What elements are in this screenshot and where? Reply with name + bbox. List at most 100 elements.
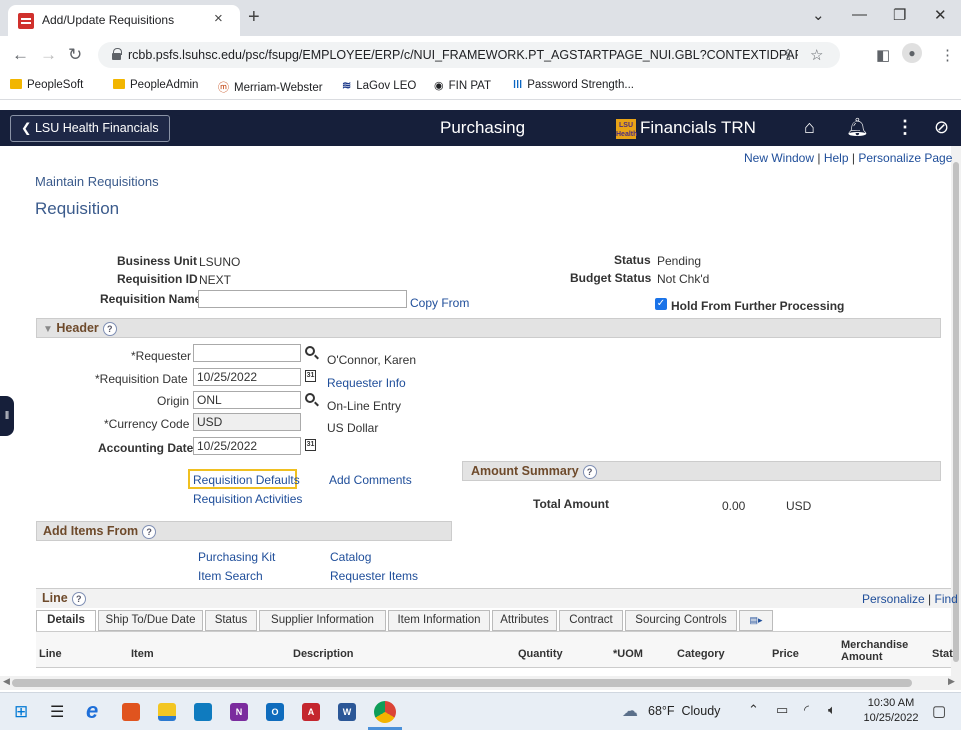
reload-icon[interactable]: ↻	[68, 45, 82, 65]
bookmark-lagov-leo[interactable]: ≋ LaGov LEO	[342, 79, 416, 92]
purchasing-kit-link[interactable]: Purchasing Kit	[198, 550, 275, 564]
home-icon[interactable]: ⌂	[804, 117, 815, 138]
tab-contract[interactable]: Contract	[559, 610, 623, 631]
tab-search-icon[interactable]: ⌄	[812, 6, 825, 24]
item-search-link[interactable]: Item Search	[198, 569, 263, 583]
bookmark-star-icon[interactable]: ☆	[810, 46, 823, 64]
origin-input[interactable]: ONL	[193, 391, 301, 409]
url-text: rcbb.psfs.lsuhsc.edu/psc/fsupg/EMPLOYEE/…	[128, 48, 798, 62]
close-window-button[interactable]: ✕	[934, 6, 947, 24]
chrome-icon[interactable]	[374, 701, 396, 723]
internet-explorer-icon[interactable]: e	[86, 698, 98, 724]
calendar-icon[interactable]: 31	[305, 370, 316, 382]
chrome-menu-icon[interactable]: ⋮	[940, 46, 955, 64]
requester-lookup-icon[interactable]	[305, 346, 315, 356]
folder-icon	[10, 79, 22, 89]
requisition-date-input[interactable]: 10/25/2022	[193, 368, 301, 386]
browser-tab[interactable]: Add/Update Requisitions ×	[8, 5, 240, 36]
profile-avatar-icon[interactable]: ●	[902, 43, 922, 63]
help-icon[interactable]: ?	[71, 591, 86, 606]
personalize-grid-link[interactable]: Personalize	[862, 592, 925, 606]
clock-time[interactable]: 10:30 AM	[866, 697, 916, 709]
tab-supplier-information[interactable]: Supplier Information	[259, 610, 386, 631]
word-icon[interactable]: W	[338, 703, 356, 721]
onenote-icon[interactable]: N	[230, 703, 248, 721]
tab-close-icon[interactable]: ×	[214, 10, 223, 27]
tab-status[interactable]: Status	[205, 610, 257, 631]
clock-date[interactable]: 10/25/2022	[861, 712, 921, 724]
bookmark-peoplesoft[interactable]: PeopleSoft	[10, 79, 83, 91]
help-icon[interactable]: ?	[102, 321, 117, 336]
weather-text[interactable]: 68°F Cloudy	[648, 704, 720, 718]
office-icon[interactable]	[122, 703, 140, 721]
banner-title: Purchasing	[440, 118, 526, 137]
new-tab-button[interactable]: +	[248, 6, 260, 29]
bookmark-fin-pat[interactable]: ◉ FIN PAT	[434, 79, 491, 92]
restore-button[interactable]: ❐	[893, 6, 906, 24]
access-icon[interactable]: A	[302, 703, 320, 721]
new-window-link[interactable]: New Window	[744, 151, 814, 165]
status-label: Status	[614, 253, 651, 267]
navbar-icon[interactable]: ⊘	[934, 117, 949, 138]
help-link[interactable]: Help	[824, 151, 849, 165]
windows-taskbar: ⊞ ☰ e N O A W ☁ 68°F Cloudy ⌃ ▭ ◜ 🔈︎ 10:…	[0, 692, 961, 730]
line-grid-column-header	[36, 631, 951, 668]
outlook-icon[interactable]: O	[266, 703, 284, 721]
tab-details[interactable]: Details	[36, 610, 96, 632]
catalog-link[interactable]: Catalog	[330, 550, 371, 564]
address-bar[interactable]: rcbb.psfs.lsuhsc.edu/psc/fsupg/EMPLOYEE/…	[98, 42, 840, 68]
calendar-icon[interactable]: 31	[305, 439, 316, 451]
side-panel-toggle[interactable]: ǁ	[0, 396, 14, 436]
requisition-defaults-link[interactable]: Requisition Defaults	[193, 473, 300, 487]
help-icon[interactable]: ?	[142, 524, 157, 539]
windows-start-icon[interactable]: ⊞	[14, 702, 28, 722]
task-view-icon[interactable]: ☰	[50, 702, 64, 722]
notifications-bell-icon[interactable]: 🔔︎	[846, 117, 869, 138]
bookmark-merriam-webster[interactable]: ⓜ Merriam-Webster	[218, 79, 323, 95]
forward-arrow-icon[interactable]: →	[40, 45, 57, 65]
minimize-button[interactable]: —	[852, 6, 867, 23]
wifi-icon[interactable]: ◜	[804, 702, 809, 718]
home-navigation-button[interactable]: ❮ LSU Health Financials	[10, 115, 170, 142]
weather-cloud-icon: ☁	[622, 703, 638, 720]
share-icon[interactable]: ⇪	[782, 46, 795, 64]
show-hidden-icons-icon[interactable]: ⌃	[748, 702, 759, 718]
requisition-activities-link[interactable]: Requisition Activities	[193, 492, 302, 506]
hold-checkbox[interactable]: ✓	[655, 298, 667, 310]
requester-items-link[interactable]: Requester Items	[330, 569, 418, 583]
find-link[interactable]: Find	[935, 592, 958, 606]
bookmark-password-strength[interactable]: ǀǀǀ Password Strength...	[513, 79, 634, 91]
volume-icon[interactable]: 🔈︎	[828, 702, 836, 718]
tab-attributes[interactable]: Attributes	[492, 610, 557, 631]
notification-center-icon[interactable]: ▢	[932, 702, 946, 720]
scrollbar-thumb[interactable]	[12, 679, 912, 687]
scroll-left-icon[interactable]: ◀	[3, 676, 10, 687]
remote-desktop-icon[interactable]	[194, 703, 212, 721]
header-section-bar[interactable]: ▼ Header?	[36, 318, 941, 338]
actions-menu-icon[interactable]: ⋮	[896, 117, 914, 138]
network-icon[interactable]: ▭	[776, 702, 788, 718]
horizontal-scrollbar[interactable]: ◀ ▶	[0, 676, 961, 690]
help-icon[interactable]: ?	[582, 464, 597, 479]
copy-from-link[interactable]: Copy From	[410, 296, 469, 310]
page-title: Requisition	[35, 199, 120, 218]
requester-input[interactable]	[193, 344, 301, 362]
tab-item-information[interactable]: Item Information	[388, 610, 490, 631]
side-panel-icon[interactable]: ◧	[876, 46, 890, 64]
globe-icon: ◉	[434, 80, 444, 92]
requisition-name-input[interactable]	[198, 290, 407, 308]
tab-ship-to-due-date[interactable]: Ship To/Due Date	[98, 610, 203, 631]
file-explorer-icon[interactable]	[158, 703, 176, 721]
accounting-date-input[interactable]: 10/25/2022	[193, 437, 301, 455]
scrollbar-thumb[interactable]	[953, 162, 959, 662]
origin-lookup-icon[interactable]	[305, 393, 315, 403]
bookmark-peopleadmin[interactable]: PeopleAdmin	[113, 79, 198, 91]
back-arrow-icon[interactable]: ←	[12, 45, 29, 65]
personalize-page-link[interactable]: Personalize Page	[858, 151, 952, 165]
requester-info-link[interactable]: Requester Info	[327, 376, 406, 390]
add-comments-link[interactable]: Add Comments	[329, 473, 412, 487]
tab-sourcing-controls[interactable]: Sourcing Controls	[625, 610, 737, 631]
status-value: Pending	[657, 254, 702, 268]
scroll-right-icon[interactable]: ▶	[948, 676, 955, 687]
show-all-columns-icon[interactable]: ▤▸	[739, 610, 773, 631]
